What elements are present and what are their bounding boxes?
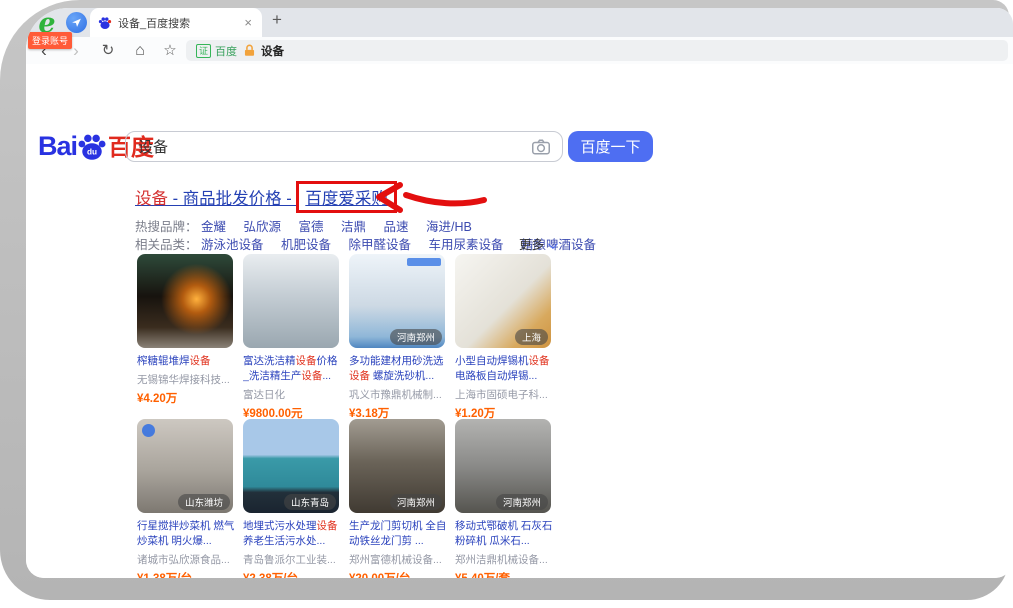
product-title[interactable]: 多功能建材用砂洗选设备 螺旋洗砂机... (349, 354, 447, 384)
hot-brands-label: 热搜品牌： (135, 220, 198, 234)
lock-warning-icon (243, 44, 256, 57)
location-badge: 河南郑州 (390, 494, 442, 510)
product-image[interactable]: 河南郑州 (349, 254, 445, 348)
svg-text:du: du (87, 148, 97, 157)
category-link[interactable]: 机肥设备 (281, 238, 331, 252)
product-title[interactable]: 榨糖辊堆焊设备 (137, 354, 235, 369)
categories-label: 相关品类： (135, 238, 198, 252)
baidu-paw-icon: du (77, 132, 107, 162)
product-company: 郑州富德机械设备... (349, 552, 447, 567)
address-query-text: 设备 (261, 43, 284, 59)
product-image[interactable] (137, 254, 233, 348)
category-link[interactable]: 除甲醛设备 (349, 238, 412, 252)
result-title-query: 设备 (135, 190, 168, 208)
product-card[interactable]: 山东潍坊 行星搅拌炒菜机 燃气炒菜机 明火爆... 诸城市弘欣源食品... ¥1… (137, 419, 233, 578)
product-image[interactable]: 山东潍坊 (137, 419, 233, 513)
location-badge: 山东青岛 (284, 494, 336, 510)
cert-badge: 证 (196, 44, 211, 58)
brand-link[interactable]: 海进/HB (426, 220, 472, 234)
result-title-mid: - 商品批发价格 - (168, 190, 296, 208)
promo-pill (407, 258, 441, 266)
baidu-logo-bai: Bai (38, 131, 77, 162)
product-image[interactable]: 河南郑州 (349, 419, 445, 513)
camera-icon[interactable] (532, 139, 550, 155)
product-image[interactable] (243, 254, 339, 348)
product-card[interactable]: 河南郑州 生产龙门剪切机 全自动铁丝龙门剪 ... 郑州富德机械设备... ¥2… (349, 419, 445, 578)
product-row-2: 山东潍坊 行星搅拌炒菜机 燃气炒菜机 明火爆... 诸城市弘欣源食品... ¥1… (137, 419, 561, 578)
product-title[interactable]: 移动式鄂破机 石灰石粉碎机 瓜米石... (455, 519, 553, 549)
more-button[interactable]: 更多 (519, 234, 555, 253)
product-price: ¥5.40万/套 (455, 570, 551, 578)
product-company: 诸城市弘欣源食品... (137, 552, 235, 567)
product-title[interactable]: 小型自动焊锡机设备 电路板自动焊锡... (455, 354, 553, 384)
hot-brands-row: 热搜品牌： 金耀 弘欣源 富德 洁鼎 品速 海进/HB (135, 216, 486, 235)
company-logo-dot (142, 424, 155, 437)
result-title-link[interactable]: 设备 - 商品批发价格 - 百度爱采购 (135, 181, 397, 213)
refresh-icon[interactable]: ↻ (98, 37, 118, 64)
product-card[interactable]: 富达洗洁精设备价格_洗洁精生产设备... 富达日化 ¥9800.00元 (243, 254, 339, 421)
product-price: ¥2.38万/台 (243, 570, 339, 578)
product-image[interactable]: 上海 (455, 254, 551, 348)
product-card[interactable]: 上海 小型自动焊锡机设备 电路板自动焊锡... 上海市固硕电子科... ¥1.2… (455, 254, 551, 421)
product-row-1: 榨糖辊堆焊设备 无锡锦华焊接科技... ¥4.20万 富达洗洁精设备价格_洗洁精… (137, 254, 561, 421)
tab-close-icon[interactable]: × (242, 15, 254, 30)
brand-link[interactable]: 富德 (299, 220, 324, 234)
home-icon[interactable]: ⌂ (130, 37, 150, 64)
more-label: 更多 (519, 238, 544, 252)
product-card[interactable]: 山东青岛 地埋式污水处理设备 养老生活污水处... 青岛鲁派尔工业装... ¥2… (243, 419, 339, 578)
login-account-badge[interactable]: 登录账号 (28, 32, 72, 49)
product-price: ¥20.00万/台 (349, 570, 445, 578)
product-title[interactable]: 富达洗洁精设备价格_洗洁精生产设备... (243, 354, 341, 384)
search-input-value: 设备 (138, 136, 532, 157)
browser-toolbar: ‹ › ↻ ⌂ ☆ 证 百度 设备 (26, 37, 1013, 65)
brand-link[interactable]: 洁鼎 (341, 220, 366, 234)
product-company: 青岛鲁派尔工业装... (243, 552, 341, 567)
product-title[interactable]: 生产龙门剪切机 全自动铁丝龙门剪 ... (349, 519, 447, 549)
product-price: ¥4.20万 (137, 390, 233, 406)
browser-window: e 设备_百度搜索 × + 登录账号 ‹ › ↻ ⌂ ☆ 证 百度 设备 Bai… (26, 8, 1013, 578)
tab-bar: e 设备_百度搜索 × + 登录账号 (26, 8, 1013, 37)
brand-link[interactable]: 金耀 (201, 220, 226, 234)
address-bar[interactable]: 证 百度 设备 (186, 40, 1008, 61)
search-input[interactable]: 设备 (125, 131, 563, 162)
product-title[interactable]: 地埋式污水处理设备 养老生活污水处... (243, 519, 341, 549)
location-badge: 河南郑州 (496, 494, 548, 510)
location-badge: 河南郑州 (390, 329, 442, 345)
product-card[interactable]: 河南郑州 移动式鄂破机 石灰石粉碎机 瓜米石... 郑州洁鼎机械设备... ¥5… (455, 419, 551, 578)
annotation-arrow-icon (370, 180, 488, 216)
tab-title: 设备_百度搜索 (118, 15, 242, 31)
site-name: 百度 (215, 43, 237, 59)
product-title[interactable]: 行星搅拌炒菜机 燃气炒菜机 明火爆... (137, 519, 235, 549)
product-company: 富达日化 (243, 387, 341, 402)
brand-link[interactable]: 弘欣源 (244, 220, 282, 234)
active-tab[interactable]: 设备_百度搜索 × (90, 8, 262, 37)
page-content: Bai du 百度 设备 百度一下 设备 - 商品批发价格 - 百度爱采购 热搜… (26, 64, 1013, 578)
product-company: 巩义市豫鼎机械制... (349, 387, 447, 402)
product-company: 郑州洁鼎机械设备... (455, 552, 553, 567)
product-company: 无锡锦华焊接科技... (137, 372, 235, 387)
product-company: 上海市固硕电子科... (455, 387, 553, 402)
baidu-search-button[interactable]: 百度一下 (568, 131, 653, 162)
new-tab-button[interactable]: + (272, 10, 282, 30)
product-price: ¥1.38万/台 (137, 570, 233, 578)
product-image[interactable]: 河南郑州 (455, 419, 551, 513)
bookmark-star-icon[interactable]: ☆ (160, 37, 180, 64)
send-paper-plane-icon[interactable] (66, 12, 87, 33)
category-link[interactable]: 游泳池设备 (201, 238, 264, 252)
category-link[interactable]: 车用尿素设备 (429, 238, 504, 252)
product-card[interactable]: 榨糖辊堆焊设备 无锡锦华焊接科技... ¥4.20万 (137, 254, 233, 421)
location-badge: 山东潍坊 (178, 494, 230, 510)
brand-link[interactable]: 品速 (384, 220, 409, 234)
baidu-favicon-icon (98, 16, 112, 30)
product-card[interactable]: 河南郑州 多功能建材用砂洗选设备 螺旋洗砂机... 巩义市豫鼎机械制... ¥3… (349, 254, 445, 421)
location-badge: 上海 (515, 329, 548, 345)
product-image[interactable]: 山东青岛 (243, 419, 339, 513)
